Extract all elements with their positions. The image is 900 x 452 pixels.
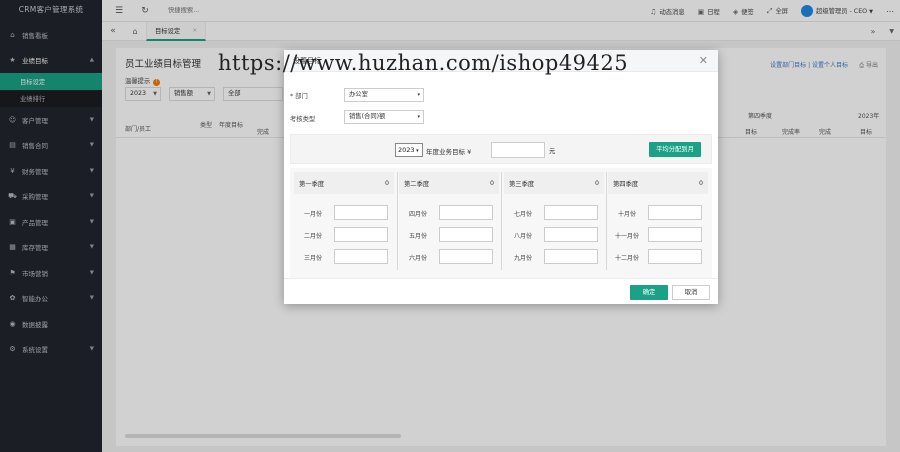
month-row: 一月份 — [294, 205, 394, 220]
watermark-text: https://www.huzhan.com/ishop49425 — [218, 51, 629, 75]
quarter-total: 0 — [698, 179, 703, 187]
chevron-down-icon: ▾ — [417, 114, 420, 120]
quarter-name: 第三季度 — [509, 180, 535, 188]
quarter-total: 0 — [594, 179, 599, 187]
month-row: 九月份 — [504, 249, 604, 264]
month-row: 六月份 — [399, 249, 499, 264]
annual-goal-label: 年度业务目标 ¥ — [426, 148, 472, 156]
month-label: 十月份 — [617, 211, 636, 218]
month-label: 六月份 — [408, 255, 427, 262]
month-label: 三月份 — [303, 255, 322, 262]
month-input[interactable] — [334, 227, 388, 242]
close-icon[interactable]: ✕ — [699, 54, 708, 67]
annual-goal-row: 2023 ▾ 年度业务目标 ¥ 元 平均分配到月 — [290, 134, 712, 164]
cancel-button[interactable]: 取消 — [672, 285, 710, 300]
month-input[interactable] — [648, 227, 702, 242]
month-input[interactable] — [439, 249, 493, 264]
month-label: 八月份 — [513, 233, 532, 240]
month-label: 七月份 — [513, 211, 532, 218]
assessment-label: 考核类型 — [290, 116, 316, 123]
month-input[interactable] — [334, 249, 388, 264]
month-row: 十一月份 — [608, 227, 708, 242]
month-input[interactable] — [544, 227, 598, 242]
goal-unit: 元 — [549, 148, 556, 155]
quarter-name: 第四季度 — [613, 180, 639, 188]
quarter-header: 第一季度 0 — [294, 172, 394, 194]
month-input[interactable] — [334, 205, 388, 220]
month-row: 五月份 — [399, 227, 499, 242]
quarter-header: 第四季度 0 — [608, 172, 708, 194]
dept-label: * 部门 — [290, 93, 308, 100]
month-input[interactable] — [544, 249, 598, 264]
dialog-footer: 确定 取消 — [284, 278, 718, 304]
confirm-button[interactable]: 确定 — [630, 285, 668, 300]
annual-goal-input[interactable] — [491, 142, 545, 158]
chevron-down-icon: ▾ — [417, 92, 420, 98]
quarter-name: 第二季度 — [404, 180, 430, 188]
quarter-card: 第二季度 0 四月份 五月份 六月份 — [399, 172, 499, 270]
month-label: 五月份 — [408, 233, 427, 240]
divider — [397, 172, 398, 270]
assessment-select[interactable]: 销售(合同)额 ▾ — [344, 110, 424, 124]
set-target-dialog: 设置目标 ✕ * 部门 办公室 ▾ 考核类型 销售(合同)额 ▾ 2023 ▾ 年度… — [284, 50, 718, 304]
month-label: 四月份 — [408, 211, 427, 218]
month-label: 九月份 — [513, 255, 532, 262]
month-row: 四月份 — [399, 205, 499, 220]
quarter-total: 0 — [384, 179, 389, 187]
month-input[interactable] — [648, 249, 702, 264]
month-row: 十月份 — [608, 205, 708, 220]
month-input[interactable] — [544, 205, 598, 220]
dept-select[interactable]: 办公室 ▾ — [344, 88, 424, 102]
month-input[interactable] — [648, 205, 702, 220]
month-row: 八月份 — [504, 227, 604, 242]
quarters-panel: 第一季度 0 一月份 二月份 三月份 第二季度 0 四月份 五月份 六月份 第三季度… — [290, 168, 712, 278]
month-input[interactable] — [439, 205, 493, 220]
chevron-down-icon: ▾ — [414, 148, 419, 154]
month-row: 二月份 — [294, 227, 394, 242]
month-input[interactable] — [439, 227, 493, 242]
month-label: 一月份 — [303, 211, 322, 218]
month-label: 十二月份 — [614, 255, 639, 262]
month-row: 七月份 — [504, 205, 604, 220]
quarter-header: 第三季度 0 — [504, 172, 604, 194]
dept-select-value: 办公室 — [349, 91, 368, 98]
month-row: 十二月份 — [608, 249, 708, 264]
month-row: 三月份 — [294, 249, 394, 264]
month-label: 十一月份 — [614, 233, 639, 240]
quarter-card: 第一季度 0 一月份 二月份 三月份 — [294, 172, 394, 270]
quarter-card: 第四季度 0 十月份 十一月份 十二月份 — [608, 172, 708, 270]
quarter-header: 第二季度 0 — [399, 172, 499, 194]
quarter-card: 第三季度 0 七月份 八月份 九月份 — [504, 172, 604, 270]
divider — [606, 172, 607, 270]
divider — [501, 172, 502, 270]
month-label: 二月份 — [303, 233, 322, 240]
assessment-select-value: 销售(合同)额 — [349, 113, 386, 120]
dept-label-text: 部门 — [295, 93, 308, 100]
quarter-name: 第一季度 — [299, 180, 325, 188]
distribute-button[interactable]: 平均分配到月 — [649, 142, 701, 157]
goal-year-select[interactable]: 2023 ▾ — [395, 143, 423, 157]
goal-year-value: 2023 — [398, 146, 415, 154]
quarter-total: 0 — [489, 179, 494, 187]
